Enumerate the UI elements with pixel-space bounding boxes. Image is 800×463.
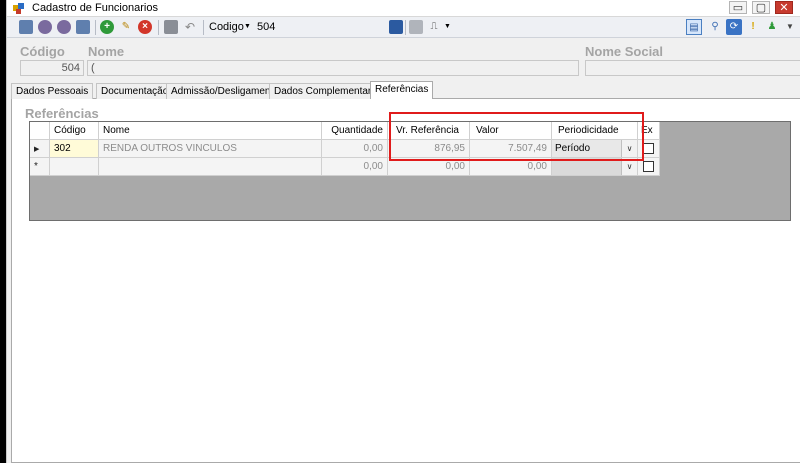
- chevron-down-icon[interactable]: ∨: [621, 140, 637, 157]
- nome-social-field[interactable]: [585, 60, 800, 76]
- cell-nome[interactable]: [99, 158, 322, 176]
- delete-icon[interactable]: ×: [138, 20, 152, 34]
- add-icon[interactable]: +: [100, 20, 114, 34]
- maximize-button[interactable]: ▢: [752, 1, 770, 14]
- chevron-down-icon[interactable]: ▼: [244, 23, 251, 30]
- view-icon[interactable]: ▤: [686, 19, 702, 35]
- tab-strip: Dados Pessoais Documentação Admissão/Des…: [11, 81, 800, 99]
- codigo-label: Código: [20, 44, 65, 59]
- referencias-grid[interactable]: Código Nome Quantidade Vr. Referência Va…: [29, 121, 791, 221]
- tab-referencias[interactable]: Referências: [370, 81, 434, 99]
- nome-social-label: Nome Social: [585, 44, 664, 59]
- ex-checkbox[interactable]: [643, 161, 654, 172]
- search-icon[interactable]: ⚲: [707, 19, 723, 35]
- row-header-corner: [30, 122, 50, 140]
- dropdown-icon[interactable]: ▼: [782, 19, 798, 35]
- refresh-icon[interactable]: ⟳: [726, 19, 742, 35]
- cell-nome[interactable]: RENDA OUTROS VINCULOS: [99, 140, 322, 158]
- current-row-icon: ▶: [34, 146, 40, 153]
- periodicidade-value: Período: [555, 143, 591, 154]
- toolbar-separator: [405, 20, 406, 35]
- row-indicator[interactable]: *: [30, 158, 50, 176]
- cell-periodicidade[interactable]: ∨: [552, 158, 638, 176]
- cell-quantidade[interactable]: 0,00: [322, 140, 388, 158]
- export-icon[interactable]: [389, 20, 403, 34]
- title-bar: Cadastro de Funcionarios ▭ ▢ ✕: [7, 0, 800, 17]
- tab-documentacao[interactable]: Documentação: [96, 83, 174, 99]
- column-header-ex[interactable]: Ex: [638, 122, 660, 140]
- nome-field[interactable]: (: [87, 60, 579, 76]
- cell-vr-referencia[interactable]: 0,00: [388, 158, 470, 176]
- panel-title: Referências: [25, 106, 99, 121]
- toolbar-separator: [203, 20, 204, 35]
- codigo-selector[interactable]: Codigo: [209, 21, 244, 33]
- window-title: Cadastro de Funcionarios: [32, 2, 158, 14]
- ex-checkbox[interactable]: [643, 143, 654, 154]
- column-header-periodicidade[interactable]: Periodicidade: [552, 122, 638, 140]
- column-header-valor[interactable]: Valor: [470, 122, 552, 140]
- nome-label: Nome: [88, 44, 125, 59]
- save-icon[interactable]: [164, 20, 178, 34]
- tab-dados-pessoais[interactable]: Dados Pessoais: [11, 83, 94, 99]
- codigo-value[interactable]: 504: [257, 21, 275, 33]
- chevron-down-icon[interactable]: ▼: [444, 23, 451, 30]
- toolbar-separator: [158, 20, 159, 35]
- cell-ex[interactable]: [638, 140, 660, 158]
- codigo-field[interactable]: 504: [20, 60, 84, 76]
- cell-periodicidade[interactable]: Período ∨: [552, 140, 638, 158]
- cell-ex[interactable]: [638, 158, 660, 176]
- help-icon[interactable]: ♟: [764, 19, 780, 35]
- new-row-icon: *: [34, 161, 38, 172]
- cell-valor[interactable]: 7.507,49: [470, 140, 552, 158]
- column-header-codigo[interactable]: Código: [50, 122, 99, 140]
- cell-quantidade[interactable]: 0,00: [322, 158, 388, 176]
- last-record-icon[interactable]: [76, 20, 90, 34]
- column-header-vr-referencia[interactable]: Vr. Referência: [388, 122, 470, 140]
- next-record-icon[interactable]: [57, 20, 71, 34]
- cell-codigo[interactable]: [50, 158, 99, 176]
- app-window: Cadastro de Funcionarios ▭ ▢ ✕ + ✎ × ↶ C…: [6, 0, 800, 463]
- cell-codigo[interactable]: 302: [50, 140, 99, 158]
- previous-record-icon[interactable]: [38, 20, 52, 34]
- edit-icon[interactable]: ✎: [119, 20, 133, 34]
- toolbar: + ✎ × ↶ Codigo ▼ 504 ⎍ ▼ ▤ ⚲ ⟳ ! ♟ ▼: [7, 17, 800, 38]
- cell-vr-referencia[interactable]: 876,95: [388, 140, 470, 158]
- undo-icon[interactable]: ↶: [183, 20, 197, 34]
- toolbar-separator: [95, 20, 96, 35]
- report-icon[interactable]: ⎍: [427, 20, 441, 34]
- minimize-button[interactable]: ▭: [729, 1, 747, 14]
- tab-admissao-desligamento[interactable]: Admissão/Desligamento: [166, 83, 284, 99]
- column-header-quantidade[interactable]: Quantidade: [322, 122, 388, 140]
- column-header-nome[interactable]: Nome: [99, 122, 322, 140]
- chevron-down-icon[interactable]: ∨: [621, 158, 637, 175]
- bulb-icon[interactable]: !: [745, 19, 761, 35]
- app-icon: [13, 3, 25, 14]
- first-record-icon[interactable]: [19, 20, 33, 34]
- print-icon[interactable]: [409, 20, 423, 34]
- cell-valor[interactable]: 0,00: [470, 158, 552, 176]
- row-indicator[interactable]: ▶: [30, 140, 50, 158]
- close-button[interactable]: ✕: [775, 1, 793, 14]
